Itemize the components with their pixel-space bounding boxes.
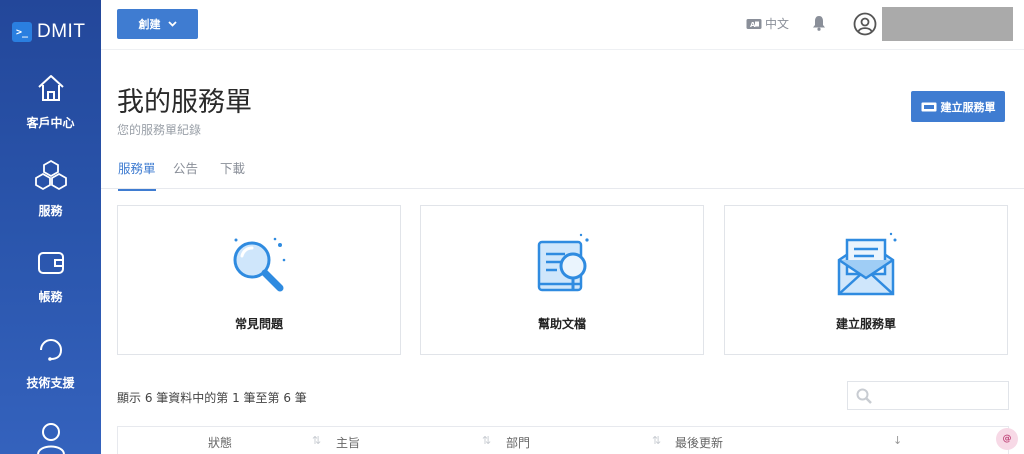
sidebar-item-support[interactable]: 技術支援: [0, 334, 101, 391]
new-ticket-label: 建立服務單: [940, 100, 996, 114]
new-ticket-button[interactable]: 建立服務單: [911, 91, 1005, 122]
page-subtitle: 您的服務單紀錄: [117, 123, 202, 137]
cubes-icon: [34, 159, 67, 191]
card-faq[interactable]: 常見問題: [117, 205, 401, 355]
sidebar-item-label: 技術支援: [26, 376, 75, 390]
brand-logo[interactable]: >_ DMIT: [12, 21, 85, 43]
document-search-icon: [537, 233, 589, 292]
language-switcher[interactable]: A 中文: [746, 15, 789, 32]
page-title: 我的服務單: [117, 87, 252, 118]
sidebar-item-billing[interactable]: 帳務: [0, 248, 101, 305]
home-icon: [37, 75, 64, 101]
top-bar: 創建 A 中文: [101, 0, 1024, 50]
sidebar-item-label: 服務: [38, 204, 63, 218]
card-label: 常見問題: [234, 317, 283, 331]
tab-downloads[interactable]: 下載: [220, 158, 245, 189]
ticket-icon: [921, 102, 936, 111]
search-input[interactable]: [876, 384, 1004, 407]
envelope-icon: [837, 232, 897, 296]
sidebar-item-users[interactable]: [0, 420, 101, 454]
users-icon: [36, 423, 65, 454]
sort-icon[interactable]: ⇅: [652, 434, 661, 447]
terminal-icon: >_: [12, 22, 32, 42]
tab-bar: 服務單 公告 下載: [101, 150, 1024, 191]
create-dropdown-button[interactable]: 創建: [117, 9, 198, 39]
user-name-redacted[interactable]: [882, 7, 1013, 41]
bell-icon[interactable]: [812, 15, 826, 31]
headset-icon: [39, 339, 62, 361]
tab-tickets[interactable]: 服務單: [118, 158, 156, 191]
column-subject[interactable]: 主旨: [336, 434, 360, 451]
sort-icon[interactable]: ⇅: [312, 434, 321, 447]
column-department[interactable]: 部門: [506, 434, 530, 451]
search-icon: [856, 388, 872, 404]
table-search[interactable]: [847, 381, 1009, 410]
card-docs[interactable]: 幫助文檔: [420, 205, 704, 355]
chevron-down-icon: [167, 21, 177, 27]
column-last-updated[interactable]: 最後更新: [675, 434, 723, 451]
wallet-icon: [37, 252, 64, 274]
sort-icon[interactable]: ⇅: [482, 434, 491, 447]
translate-icon: A: [746, 18, 762, 29]
table-header: 狀態 ⇅ 主旨 ⇅ 部門 ⇅ 最後更新 ↓: [117, 426, 1009, 454]
column-status[interactable]: 狀態: [208, 434, 232, 451]
table-info: 顯示 6 筆資料中的第 1 筆至第 6 筆: [117, 391, 307, 405]
floating-assistant-icon[interactable]: @: [996, 428, 1018, 450]
sidebar-item-services[interactable]: 服務: [0, 158, 101, 219]
sidebar-item-label: 帳務: [38, 290, 63, 304]
sidebar: >_ DMIT 客戶中心 服務 帳務 技術支援: [0, 0, 101, 454]
magnifier-icon: [233, 237, 286, 292]
brand-name: DMIT: [37, 21, 86, 42]
tab-announcements[interactable]: 公告: [173, 158, 198, 189]
card-label: 幫助文檔: [537, 317, 586, 331]
sidebar-item-client-center[interactable]: 客戶中心: [0, 72, 101, 131]
sidebar-item-label: 客戶中心: [26, 116, 75, 130]
user-circle-icon[interactable]: [853, 12, 877, 36]
language-label: 中文: [765, 17, 790, 31]
card-new-ticket[interactable]: 建立服務單: [724, 205, 1008, 355]
card-label: 建立服務單: [835, 317, 896, 331]
create-button-label: 創建: [138, 18, 161, 31]
sort-desc-icon[interactable]: ↓: [893, 434, 902, 447]
